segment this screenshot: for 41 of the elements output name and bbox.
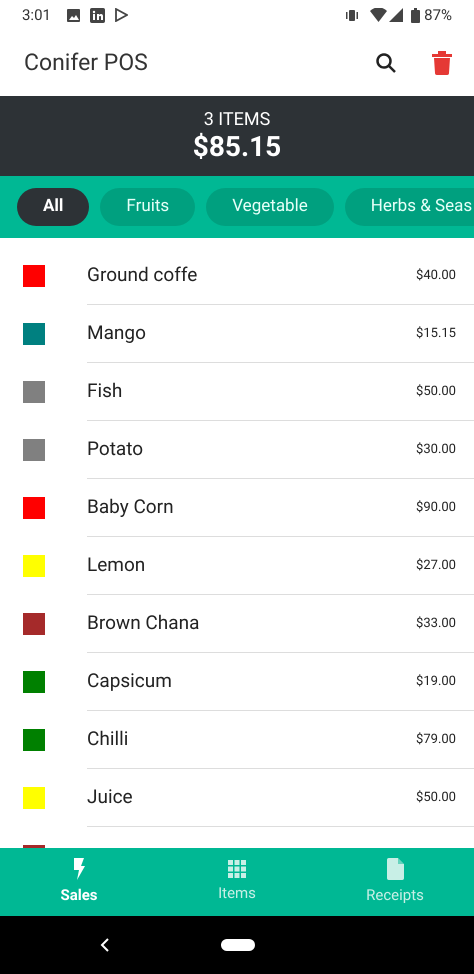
product-name[interactable]: Baby Corn [87,493,416,522]
product-price: $40.00 [416,266,456,285]
product-name[interactable]: Ground coffe [87,261,416,290]
lightning-icon [72,858,86,880]
wifi-icon [370,8,388,22]
product-name[interactable]: Capsicum [87,667,416,696]
app-title: Conifer POS [24,48,149,78]
product-name[interactable]: Mango [87,319,416,348]
document-icon [386,858,404,880]
image-icon [66,8,80,22]
signal-icon [389,8,404,22]
product-name[interactable]: Potato [87,435,416,464]
product-price: $79.00 [416,730,456,749]
product-price: $19.00 [416,672,456,691]
product-price: $30.00 [416,440,456,459]
vibrate-icon [344,8,360,22]
home-handle[interactable] [221,939,255,951]
grid-icon [228,860,246,878]
product-price: $90.00 [416,498,456,517]
product-name[interactable]: Brown Chana [87,609,416,638]
product-name[interactable]: Chilli [87,725,416,754]
cart-total: $85.15 [192,131,282,163]
back-icon[interactable] [100,938,110,952]
product-name[interactable]: Lemon [87,551,416,580]
product-price: $50.00 [416,788,456,807]
linkedin-icon [90,8,105,22]
product-price: $27.00 [416,556,456,575]
status-time: 3:01 [22,4,51,26]
battery-percent: 87% [424,4,452,26]
play-store-icon [114,8,128,22]
category-chip[interactable]: All [17,188,90,226]
product-price: $50.00 [416,382,456,401]
item-count: 3 ITEMS [204,109,270,131]
search-icon [375,52,397,74]
delete-button[interactable] [430,49,454,77]
product-name[interactable]: Juice [87,783,416,812]
trash-icon [432,51,452,75]
product-price: $33.00 [416,614,456,633]
product-name[interactable]: Fish [87,377,416,406]
product-price: $15.15 [416,324,456,343]
battery-icon [411,8,420,22]
